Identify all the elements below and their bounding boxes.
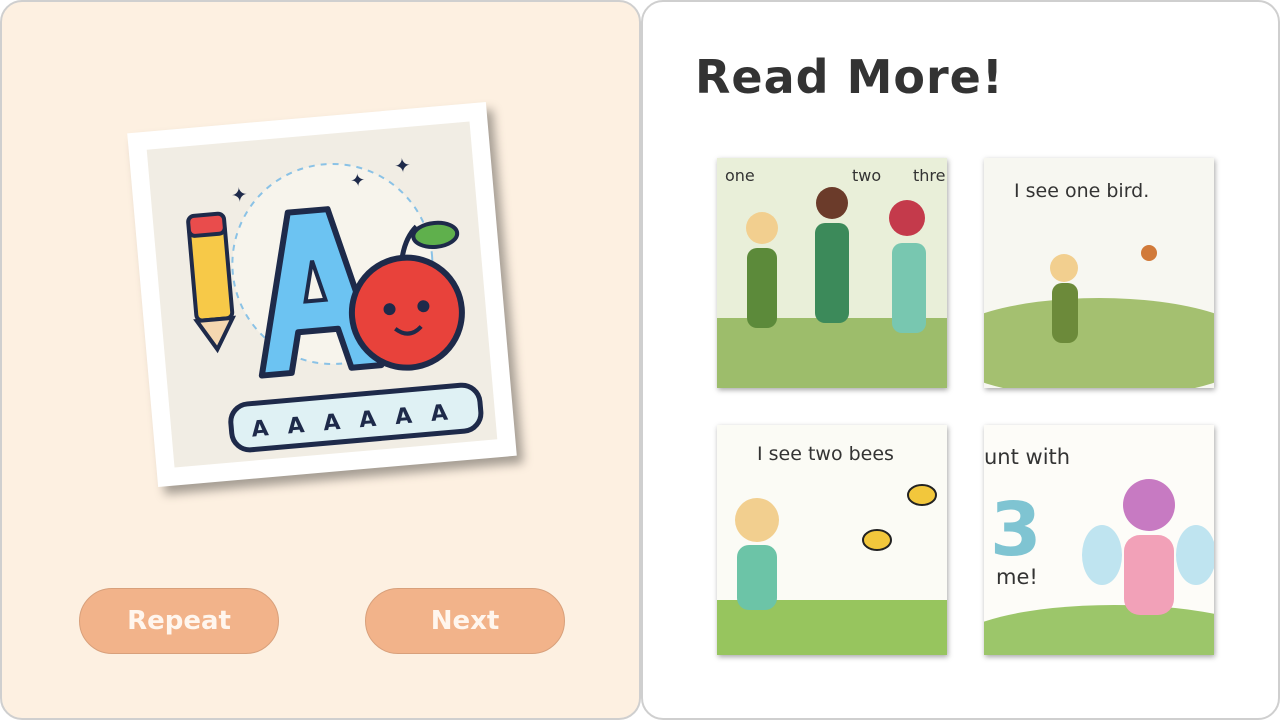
repeat-button[interactable]: Repeat — [79, 588, 279, 654]
tile-5: A — [394, 404, 413, 430]
tile-2: A — [286, 413, 305, 439]
book1-word-1: one — [725, 166, 755, 185]
right-panel: Read More! one two thre I see one bird. … — [641, 0, 1280, 720]
next-button[interactable]: Next — [365, 588, 565, 654]
book4-text-top: unt with — [984, 445, 1071, 469]
book4-text-bottom: me! — [996, 565, 1038, 589]
left-panel: A A A A A A ✦ ✦ ✦ Repeat Next — [0, 0, 641, 720]
book2-text: I see one bird. — [1014, 180, 1150, 202]
tile-1: A — [250, 416, 269, 442]
book1-word-3: thre — [913, 166, 946, 185]
book4-number: 3 — [990, 487, 1042, 573]
letter-tiles: A A A A A A — [228, 382, 484, 453]
sparkle-icon: ✦ — [230, 184, 249, 207]
book-thumbnail-4[interactable]: unt with 3 me! — [984, 425, 1214, 655]
flashcard-illustration: A A A A A A ✦ ✦ ✦ — [146, 121, 498, 468]
pencil-icon — [186, 211, 237, 354]
sparkle-icon: ✦ — [349, 170, 366, 191]
book-thumbnail-3[interactable]: I see two bees — [717, 425, 947, 655]
read-more-heading: Read More! — [695, 50, 1004, 104]
book-thumbnail-2[interactable]: I see one bird. — [984, 158, 1214, 388]
book3-text: I see two bees — [757, 443, 894, 465]
sparkle-icon: ✦ — [393, 155, 412, 178]
book1-word-2: two — [852, 166, 882, 185]
tile-4: A — [358, 407, 377, 433]
book-thumbnail-1[interactable]: one two thre — [717, 158, 947, 388]
tile-3: A — [322, 410, 341, 436]
flashcard: A A A A A A ✦ ✦ ✦ — [127, 101, 517, 488]
fairies-illustration — [717, 187, 947, 388]
tile-6: A — [430, 401, 449, 427]
